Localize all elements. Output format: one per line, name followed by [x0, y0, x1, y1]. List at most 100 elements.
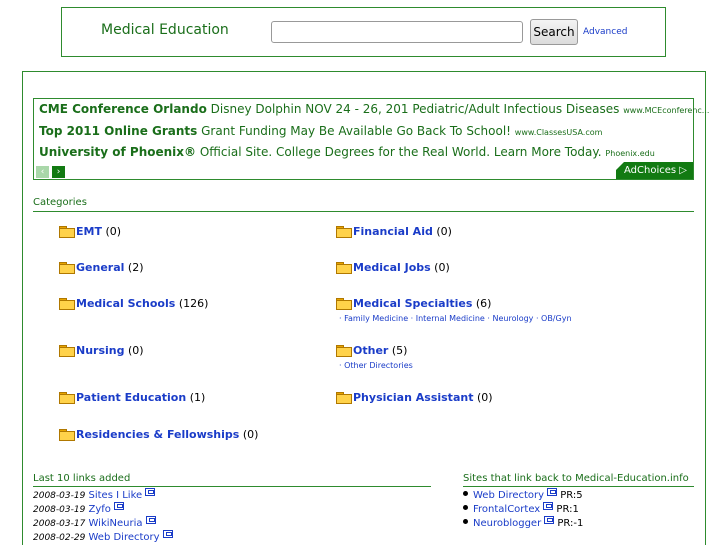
bullet-icon [463, 491, 468, 496]
category-financial-aid[interactable]: Financial Aid (0) [336, 225, 452, 238]
category-count: (1) [189, 391, 206, 404]
main-content-box: CME Conference Orlando Disney Dolphin NO… [22, 71, 709, 545]
backlinks-heading: Sites that link back to Medical-Educatio… [463, 473, 689, 484]
category-link[interactable]: Medical Schools [76, 297, 175, 310]
category-link[interactable]: Patient Education [76, 391, 186, 404]
link-title[interactable]: Zyfo [89, 504, 111, 515]
list-item: FrontalCortex PR:1 [463, 502, 579, 515]
new-window-icon[interactable] [113, 502, 124, 510]
folder-icon [59, 262, 75, 274]
folder-icon [59, 345, 75, 357]
bullet-icon [463, 505, 468, 510]
category-count: (6) [475, 297, 492, 310]
category-physician-assistant[interactable]: Physician Assistant (0) [336, 391, 493, 404]
pagerank: PR:-1 [557, 518, 584, 529]
folder-icon [336, 392, 352, 404]
category-emt[interactable]: EMT (0) [59, 225, 121, 238]
category-other[interactable]: Other (5) [336, 344, 407, 357]
ad-url[interactable]: www.MCEconferenc... [623, 106, 709, 115]
site-title: Medical Education [101, 22, 229, 38]
category-general[interactable]: General (2) [59, 261, 144, 274]
list-item: 2008-03-19 Sites I Like [33, 488, 156, 501]
folder-icon [59, 392, 75, 404]
category-count: (0) [434, 261, 450, 274]
backlinks-divider [463, 486, 694, 487]
category-count: (2) [127, 261, 144, 274]
category-medical-specialties[interactable]: Medical Specialties (6) [336, 297, 491, 310]
ad-description: Grant Funding May Be Available Go Back T… [201, 124, 511, 138]
category-link[interactable]: General [76, 261, 124, 274]
list-item: 2008-03-17 WikiNeuria [33, 516, 156, 529]
category-link[interactable]: Medical Jobs [353, 261, 431, 274]
category-link[interactable]: Residencies & Fellowships [76, 428, 239, 441]
category-patient-education[interactable]: Patient Education (1) [59, 391, 205, 404]
ad-next-arrow-icon[interactable]: › [52, 166, 65, 178]
new-window-icon[interactable] [544, 516, 555, 524]
category-link[interactable]: EMT [76, 225, 102, 238]
folder-icon [336, 298, 352, 310]
list-item: Web Directory PR:5 [463, 488, 583, 501]
category-medical-jobs[interactable]: Medical Jobs (0) [336, 261, 450, 274]
new-window-icon[interactable] [145, 488, 156, 496]
adchoices-badge[interactable]: AdChoices ▷ [616, 162, 693, 179]
link-title[interactable]: Web Directory [89, 532, 160, 543]
pagerank: PR:1 [556, 504, 579, 515]
category-count: (126) [178, 297, 209, 310]
ad-item[interactable]: Top 2011 Online Grants Grant Funding May… [39, 124, 602, 138]
ad-title[interactable]: Top 2011 Online Grants [39, 124, 197, 138]
last-links-divider [33, 486, 431, 487]
link-title[interactable]: Sites I Like [89, 490, 143, 501]
link-date: 2008-03-19 [33, 491, 86, 501]
ad-description: Disney Dolphin NOV 24 - 26, 201 Pediatri… [210, 102, 620, 116]
backlink-title[interactable]: Web Directory [473, 490, 544, 501]
category-nursing[interactable]: Nursing (0) [59, 344, 144, 357]
folder-icon [59, 298, 75, 310]
new-window-icon[interactable] [162, 530, 173, 538]
ad-item[interactable]: CME Conference Orlando Disney Dolphin NO… [39, 102, 709, 116]
ad-title[interactable]: CME Conference Orlando [39, 102, 207, 116]
new-window-icon[interactable] [543, 502, 554, 510]
folder-icon [336, 226, 352, 238]
link-date: 2008-02-29 [33, 533, 86, 543]
list-item: 2008-02-29 Web Directory [33, 530, 173, 543]
category-link[interactable]: Other [353, 344, 388, 357]
subcategory-links[interactable]: · Family Medicine · Internal Medicine · … [339, 314, 572, 323]
header-box: Medical Education Search Advanced [61, 7, 666, 57]
category-count: (0) [128, 344, 144, 357]
category-medical-schools[interactable]: Medical Schools (126) [59, 297, 208, 310]
category-link[interactable]: Medical Specialties [353, 297, 472, 310]
ad-prev-arrow-icon[interactable]: ‹ [36, 166, 49, 178]
backlink-title[interactable]: Neuroblogger [473, 518, 541, 529]
category-link[interactable]: Physician Assistant [353, 391, 473, 404]
category-count: (0) [476, 391, 493, 404]
category-count: (0) [436, 225, 452, 238]
ad-item[interactable]: University of Phoenix® Official Site. Co… [39, 145, 655, 159]
pagerank: PR:5 [560, 490, 583, 501]
folder-icon [336, 262, 352, 274]
category-residencies-fellowships[interactable]: Residencies & Fellowships (0) [59, 428, 258, 441]
link-date: 2008-03-19 [33, 505, 86, 515]
categories-heading: Categories [33, 197, 87, 208]
ad-url[interactable]: www.ClassesUSA.com [515, 128, 603, 137]
new-window-icon[interactable] [547, 488, 558, 496]
advanced-search-link[interactable]: Advanced [583, 27, 627, 37]
ad-url[interactable]: Phoenix.edu [605, 149, 654, 158]
folder-icon [59, 226, 75, 238]
search-button[interactable]: Search [530, 19, 578, 45]
new-window-icon[interactable] [145, 516, 156, 524]
search-input[interactable] [271, 21, 523, 43]
backlink-title[interactable]: FrontalCortex [473, 504, 540, 515]
ad-title[interactable]: University of Phoenix® [39, 145, 196, 159]
category-link[interactable]: Nursing [76, 344, 125, 357]
subcategory-links[interactable]: · Other Directories [339, 361, 413, 370]
last-links-heading: Last 10 links added [33, 473, 131, 484]
link-date: 2008-03-17 [33, 519, 86, 529]
bullet-icon [463, 519, 468, 524]
list-item: 2008-03-19 Zyfo [33, 502, 124, 515]
category-count: (0) [242, 428, 259, 441]
link-title[interactable]: WikiNeuria [89, 518, 143, 529]
category-link[interactable]: Financial Aid [353, 225, 433, 238]
folder-icon [59, 429, 75, 441]
folder-icon [336, 345, 352, 357]
ad-description: Official Site. College Degrees for the R… [199, 145, 602, 159]
